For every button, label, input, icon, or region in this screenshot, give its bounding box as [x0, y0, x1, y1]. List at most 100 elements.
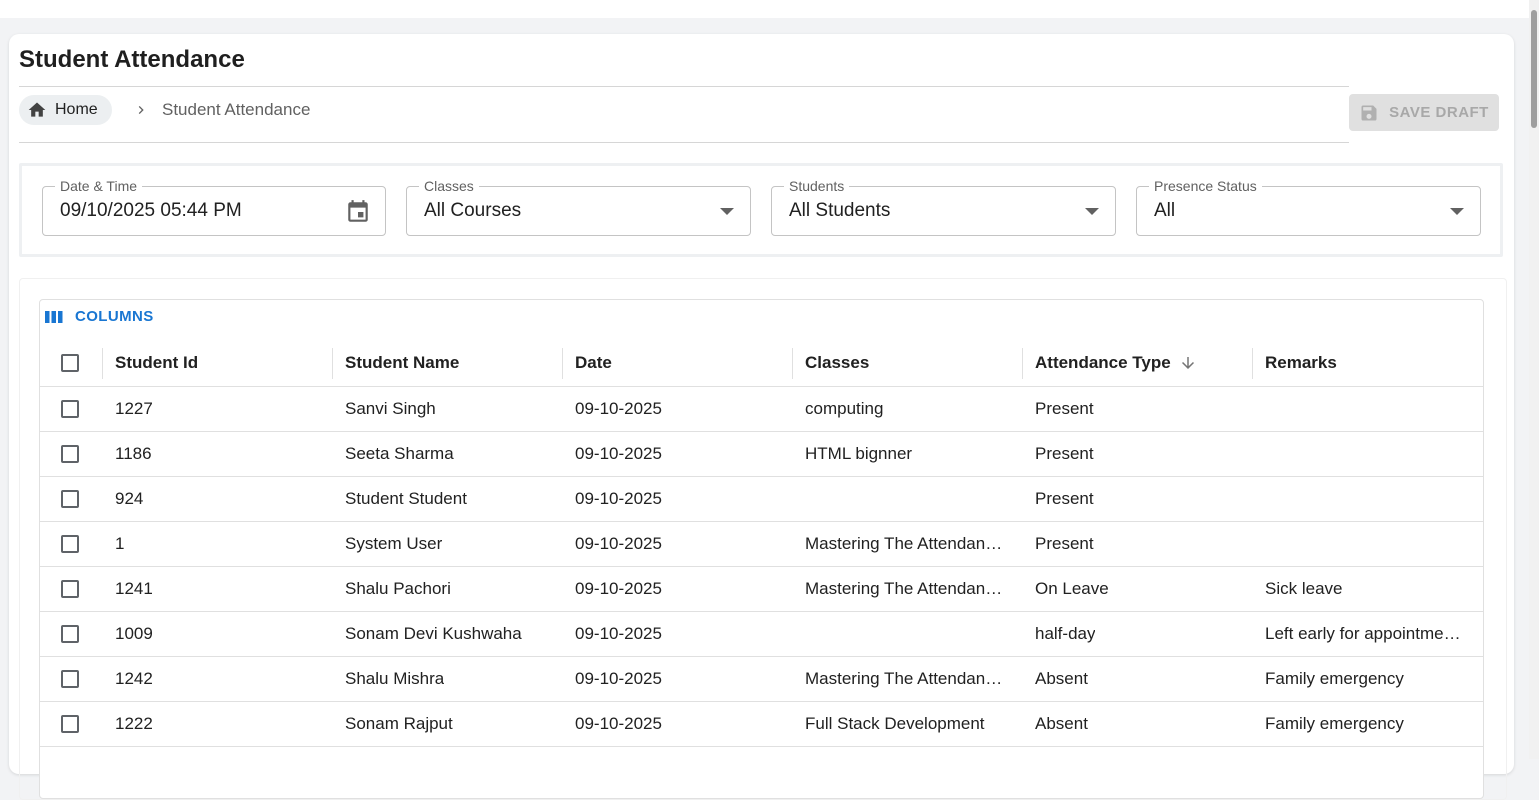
columns-icon [45, 310, 63, 323]
cell-student-id: 1241 [115, 567, 330, 611]
cell-attendance-type-text: half-day [1035, 624, 1096, 643]
classes-label: Classes [419, 177, 479, 195]
row-checkbox[interactable] [61, 715, 79, 733]
cell-date-text: 09-10-2025 [575, 669, 662, 688]
header-remarks-label: Remarks [1265, 353, 1337, 372]
cell-classes: Mastering The Attendan… [805, 657, 1020, 701]
row-checkbox[interactable] [61, 625, 79, 643]
scrollbar-thumb[interactable] [1531, 10, 1537, 128]
arrow-down-icon[interactable] [1179, 354, 1197, 372]
column-separator[interactable] [1252, 348, 1253, 379]
cell-student-id: 1009 [115, 612, 330, 656]
cell-attendance-type: Present [1035, 432, 1250, 476]
cell-student-name: Shalu Mishra [345, 657, 560, 701]
header-date[interactable]: Date [575, 340, 790, 386]
cell-student-id: 1186 [115, 432, 330, 476]
calendar-icon[interactable] [345, 199, 371, 225]
grid-header-row: Student Id Student Name Date Classes Att… [40, 340, 1483, 387]
header-attendance-type[interactable]: Attendance Type [1035, 340, 1250, 386]
cell-attendance-type-text: On Leave [1035, 579, 1109, 598]
row-checkbox[interactable] [61, 535, 79, 553]
caret-down-icon [1450, 208, 1464, 215]
cell-student-id: 1 [115, 522, 330, 566]
cell-remarks: Left early for appointme… [1265, 612, 1475, 656]
table-row[interactable]: 1227 Sanvi Singh 09-10-2025 computing Presen… [40, 387, 1483, 432]
cell-student-id: 1222 [115, 702, 330, 746]
table-row[interactable]: 924 Student Student 09-10-2025 Present [40, 477, 1483, 522]
breadcrumb-home[interactable]: Home [19, 95, 112, 125]
cell-attendance-type-text: Present [1035, 444, 1094, 463]
cell-date-text: 09-10-2025 [575, 624, 662, 643]
page-scrollbar[interactable] [1529, 0, 1539, 759]
cell-student-name-text: Sanvi Singh [345, 399, 436, 418]
cell-remarks: Family emergency [1265, 657, 1475, 701]
divider-top [19, 86, 1349, 87]
table-row[interactable]: 1 System User 09-10-2025 Mastering The Atte… [40, 522, 1483, 567]
cell-attendance-type: Absent [1035, 702, 1250, 746]
row-checkbox[interactable] [61, 400, 79, 418]
cell-date: 09-10-2025 [575, 387, 790, 431]
cell-date: 09-10-2025 [575, 612, 790, 656]
header-remarks[interactable]: Remarks [1265, 340, 1475, 386]
column-separator[interactable] [1022, 348, 1023, 379]
row-checkbox[interactable] [61, 445, 79, 463]
row-checkbox[interactable] [61, 490, 79, 508]
cell-classes-text: Mastering The Attendan… [805, 534, 1003, 553]
cell-student-name-text: Student Student [345, 489, 467, 508]
cell-student-id: 1227 [115, 387, 330, 431]
cell-remarks [1265, 432, 1475, 476]
cell-classes: Mastering The Attendan… [805, 567, 1020, 611]
cell-remarks-text: Family emergency [1265, 714, 1404, 733]
cell-date: 09-10-2025 [575, 522, 790, 566]
header-student-id[interactable]: Student Id [115, 340, 330, 386]
header-student-name[interactable]: Student Name [345, 340, 560, 386]
column-separator[interactable] [332, 348, 333, 379]
column-separator[interactable] [792, 348, 793, 379]
attendance-card: Student Attendance Home Student Attendan… [9, 34, 1514, 800]
table-row[interactable]: 1241 Shalu Pachori 09-10-2025 Mastering The… [40, 567, 1483, 612]
cell-classes [805, 477, 1020, 521]
cell-attendance-type-text: Present [1035, 399, 1094, 418]
header-classes[interactable]: Classes [805, 340, 1020, 386]
table-row[interactable]: 1242 Shalu Mishra 09-10-2025 Mastering The … [40, 657, 1483, 702]
date-time-field[interactable]: Date & Time 09/10/2025 05:44 PM [42, 177, 386, 236]
cell-student-id-text: 1186 [115, 444, 152, 463]
cell-attendance-type-text: Absent [1035, 669, 1088, 688]
column-separator[interactable] [102, 348, 103, 379]
table-row[interactable]: 1222 Sonam Rajput 09-10-2025 Full Stack Dev… [40, 702, 1483, 747]
row-checkbox[interactable] [61, 580, 79, 598]
date-time-label: Date & Time [55, 177, 143, 195]
cell-classes: computing [805, 387, 1020, 431]
classes-select[interactable]: Classes All Courses [406, 177, 751, 236]
cell-student-id-text: 924 [115, 489, 144, 508]
students-label: Students [784, 177, 850, 195]
cell-student-name: Seeta Sharma [345, 432, 560, 476]
cell-date: 09-10-2025 [575, 702, 790, 746]
column-separator[interactable] [562, 348, 563, 379]
presence-status-select[interactable]: Presence Status All [1136, 177, 1481, 236]
table-row[interactable]: 1009 Sonam Devi Kushwaha 09-10-2025 half-da… [40, 612, 1483, 657]
date-time-value[interactable]: 09/10/2025 05:44 PM [60, 200, 242, 222]
columns-button[interactable]: COLUMNS [44, 308, 154, 325]
header-classes-label: Classes [805, 353, 870, 372]
select-all-checkbox[interactable] [61, 354, 79, 372]
top-strip [0, 0, 1539, 18]
save-draft-button[interactable]: SAVE DRAFT [1349, 94, 1499, 131]
cell-student-id-text: 1 [115, 534, 125, 553]
cell-date: 09-10-2025 [575, 657, 790, 701]
cell-classes: HTML bignner [805, 432, 1020, 476]
columns-label: COLUMNS [75, 308, 154, 325]
attendance-grid: COLUMNS Student Id Student Name Date Cla… [39, 299, 1484, 799]
cell-student-name: Sonam Rajput [345, 702, 560, 746]
cell-attendance-type: half-day [1035, 612, 1250, 656]
divider-bottom [19, 142, 1349, 143]
cell-remarks [1265, 522, 1475, 566]
table-row[interactable]: 1186 Seeta Sharma 09-10-2025 HTML bignner Pr… [40, 432, 1483, 477]
row-checkbox[interactable] [61, 670, 79, 688]
cell-classes-text: HTML bignner [805, 444, 913, 463]
students-select[interactable]: Students All Students [771, 177, 1116, 236]
chevron-right-icon [138, 106, 144, 114]
presence-status-value: All [1154, 200, 1176, 221]
cell-student-name: Shalu Pachori [345, 567, 560, 611]
cell-student-id: 1242 [115, 657, 330, 701]
